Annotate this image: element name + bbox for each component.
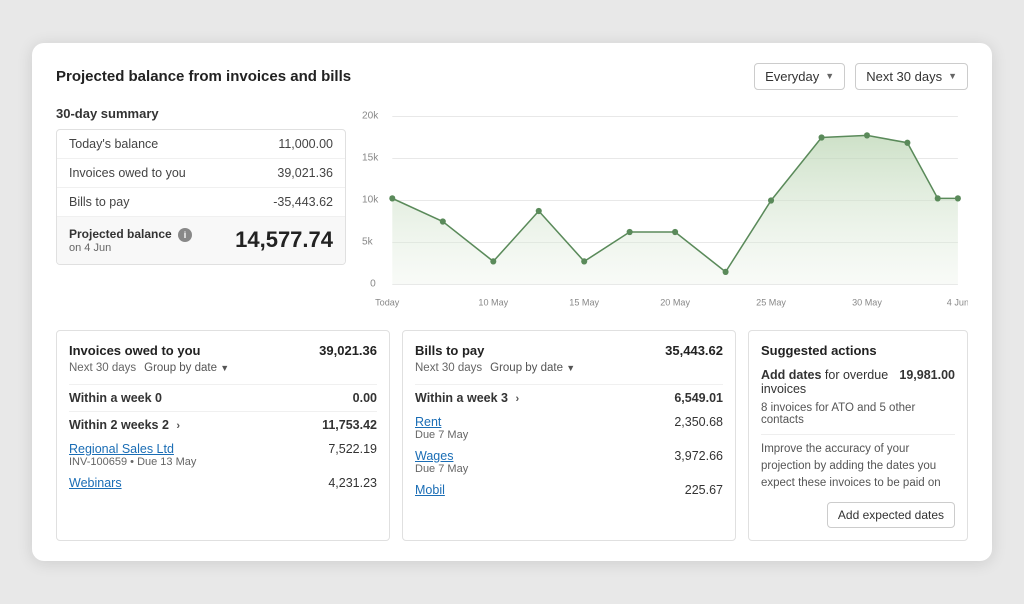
bills-chevron-icon: › — [515, 393, 519, 405]
main-content: 30-day summary Today's balance 11,000.00… — [56, 106, 968, 316]
bills-item-2: Wages Due 7 May 3,972.66 — [415, 445, 723, 479]
bills-period: Next 30 days — [415, 362, 482, 374]
svg-text:10k: 10k — [362, 194, 379, 205]
balance-value: 11,000.00 — [278, 137, 333, 151]
invoices-item-1-sub: INV-100659 • Due 13 May — [69, 456, 196, 468]
invoices-label: Invoices owed to you — [69, 166, 186, 180]
projected-label-text: Projected balance — [69, 227, 172, 241]
bills-item-2-link[interactable]: Wages — [415, 449, 468, 463]
line-chart: 20k 15k 10k 5k 0 — [362, 106, 968, 316]
bills-section-week: Within a week 3 › 6,549.01 — [415, 384, 723, 411]
invoices-panel-amount: 39,021.36 — [319, 343, 377, 358]
summary-label: 30-day summary — [56, 106, 346, 121]
invoices-item-1-link[interactable]: Regional Sales Ltd — [69, 442, 196, 456]
invoices-item-2: Webinars 4,231.23 — [69, 472, 377, 494]
invoices-panel-sub: Next 30 days Group by date ▼ — [69, 362, 377, 374]
bills-label: Bills to pay — [69, 195, 129, 209]
invoices-panel-header: Invoices owed to you 39,021.36 — [69, 343, 377, 358]
suggested-action-row: Add dates for overdue invoices 19,981.00 — [761, 368, 955, 398]
suggested-panel: Suggested actions Add dates for overdue … — [748, 330, 968, 542]
summary-row-invoices: Invoices owed to you 39,021.36 — [57, 159, 345, 188]
svg-text:25 May: 25 May — [756, 297, 786, 307]
invoices-item-1-value: 7,522.19 — [328, 442, 377, 468]
bills-week-value: 6,549.01 — [674, 391, 723, 405]
suggested-action-body: Improve the accuracy of your projection … — [761, 441, 955, 493]
suggested-action-desc: 8 invoices for ATO and 5 other contacts — [761, 402, 955, 426]
summary-box: Today's balance 11,000.00 Invoices owed … — [56, 129, 346, 265]
svg-text:30 May: 30 May — [852, 297, 882, 307]
invoices-value: 39,021.36 — [277, 166, 333, 180]
period-dropdown[interactable]: Next 30 days — [855, 63, 968, 90]
header: Projected balance from invoices and bill… — [56, 63, 968, 90]
invoices-item-1: Regional Sales Ltd INV-100659 • Due 13 M… — [69, 438, 377, 472]
svg-text:15k: 15k — [362, 152, 379, 163]
summary-row-projected: Projected balance i on 4 Jun 14,577.74 — [57, 217, 345, 264]
svg-text:20 May: 20 May — [660, 297, 690, 307]
bills-item-3: Mobil 225.67 — [415, 479, 723, 501]
invoices-panel: Invoices owed to you 39,021.36 Next 30 d… — [56, 330, 390, 542]
chevron-right-icon: › — [176, 420, 180, 432]
left-panel: 30-day summary Today's balance 11,000.00… — [56, 106, 346, 316]
chart-container: 20k 15k 10k 5k 0 — [362, 106, 968, 316]
suggested-divider — [761, 434, 955, 435]
svg-text:5k: 5k — [362, 236, 373, 247]
bills-item-1-sub: Due 7 May — [415, 429, 468, 441]
invoices-item-2-link[interactable]: Webinars — [69, 476, 122, 490]
suggested-title: Suggested actions — [761, 343, 955, 358]
invoices-group-caret: ▼ — [220, 363, 229, 373]
svg-text:0: 0 — [370, 278, 376, 289]
bills-item-2-value: 3,972.66 — [674, 449, 723, 475]
suggested-action-title: Add dates for overdue invoices — [761, 368, 899, 396]
bills-item-1-value: 2,350.68 — [674, 415, 723, 441]
header-controls: Everyday Next 30 days — [754, 63, 968, 90]
main-card: Projected balance from invoices and bill… — [32, 43, 992, 562]
suggested-action-amount: 19,981.00 — [899, 368, 955, 382]
projected-sub: on 4 Jun — [69, 242, 192, 254]
bills-group-caret: ▼ — [566, 363, 575, 373]
bills-week-label: Within a week 3 › — [415, 391, 519, 405]
summary-row-balance: Today's balance 11,000.00 — [57, 130, 345, 159]
page-title: Projected balance from invoices and bill… — [56, 68, 351, 85]
bills-item-3-value: 225.67 — [685, 483, 723, 497]
info-icon[interactable]: i — [178, 228, 192, 242]
bills-item-2-sub: Due 7 May — [415, 463, 468, 475]
invoices-period: Next 30 days — [69, 362, 136, 374]
bills-item-1-link[interactable]: Rent — [415, 415, 468, 429]
invoices-week-value: 0.00 — [353, 391, 377, 405]
invoices-section-week: Within a week 0 0.00 — [69, 384, 377, 411]
svg-text:15 May: 15 May — [569, 297, 599, 307]
chart-panel: 20k 15k 10k 5k 0 — [362, 106, 968, 316]
bills-panel-title: Bills to pay — [415, 343, 484, 358]
bills-item-1: Rent Due 7 May 2,350.68 — [415, 411, 723, 445]
bills-panel-amount: 35,443.62 — [665, 343, 723, 358]
summary-row-bills: Bills to pay -35,443.62 — [57, 188, 345, 217]
projected-value: 14,577.74 — [235, 227, 333, 253]
bottom-panels: Invoices owed to you 39,021.36 Next 30 d… — [56, 330, 968, 542]
bills-group-by[interactable]: Group by date ▼ — [490, 362, 575, 374]
bills-value: -35,443.62 — [273, 195, 333, 209]
invoices-group-by[interactable]: Group by date ▼ — [144, 362, 229, 374]
svg-text:10 May: 10 May — [478, 297, 508, 307]
add-expected-dates-button[interactable]: Add expected dates — [827, 502, 955, 528]
invoices-week-label: Within a week 0 — [69, 391, 162, 405]
invoices-section-2weeks: Within 2 weeks 2 › 11,753.42 — [69, 411, 377, 438]
invoices-panel-title: Invoices owed to you — [69, 343, 200, 358]
bills-panel-sub: Next 30 days Group by date ▼ — [415, 362, 723, 374]
bills-item-3-link[interactable]: Mobil — [415, 483, 445, 497]
invoices-item-2-value: 4,231.23 — [328, 476, 377, 490]
svg-text:4 Jun: 4 Jun — [947, 297, 968, 307]
svg-text:20k: 20k — [362, 110, 379, 121]
svg-text:Today: Today — [375, 297, 400, 307]
invoices-2weeks-label: Within 2 weeks 2 › — [69, 418, 180, 432]
projected-label-group: Projected balance i on 4 Jun — [69, 227, 192, 254]
account-dropdown[interactable]: Everyday — [754, 63, 845, 90]
balance-label: Today's balance — [69, 137, 158, 151]
invoices-2weeks-value: 11,753.42 — [322, 418, 377, 432]
bills-panel: Bills to pay 35,443.62 Next 30 days Grou… — [402, 330, 736, 542]
bills-panel-header: Bills to pay 35,443.62 — [415, 343, 723, 358]
